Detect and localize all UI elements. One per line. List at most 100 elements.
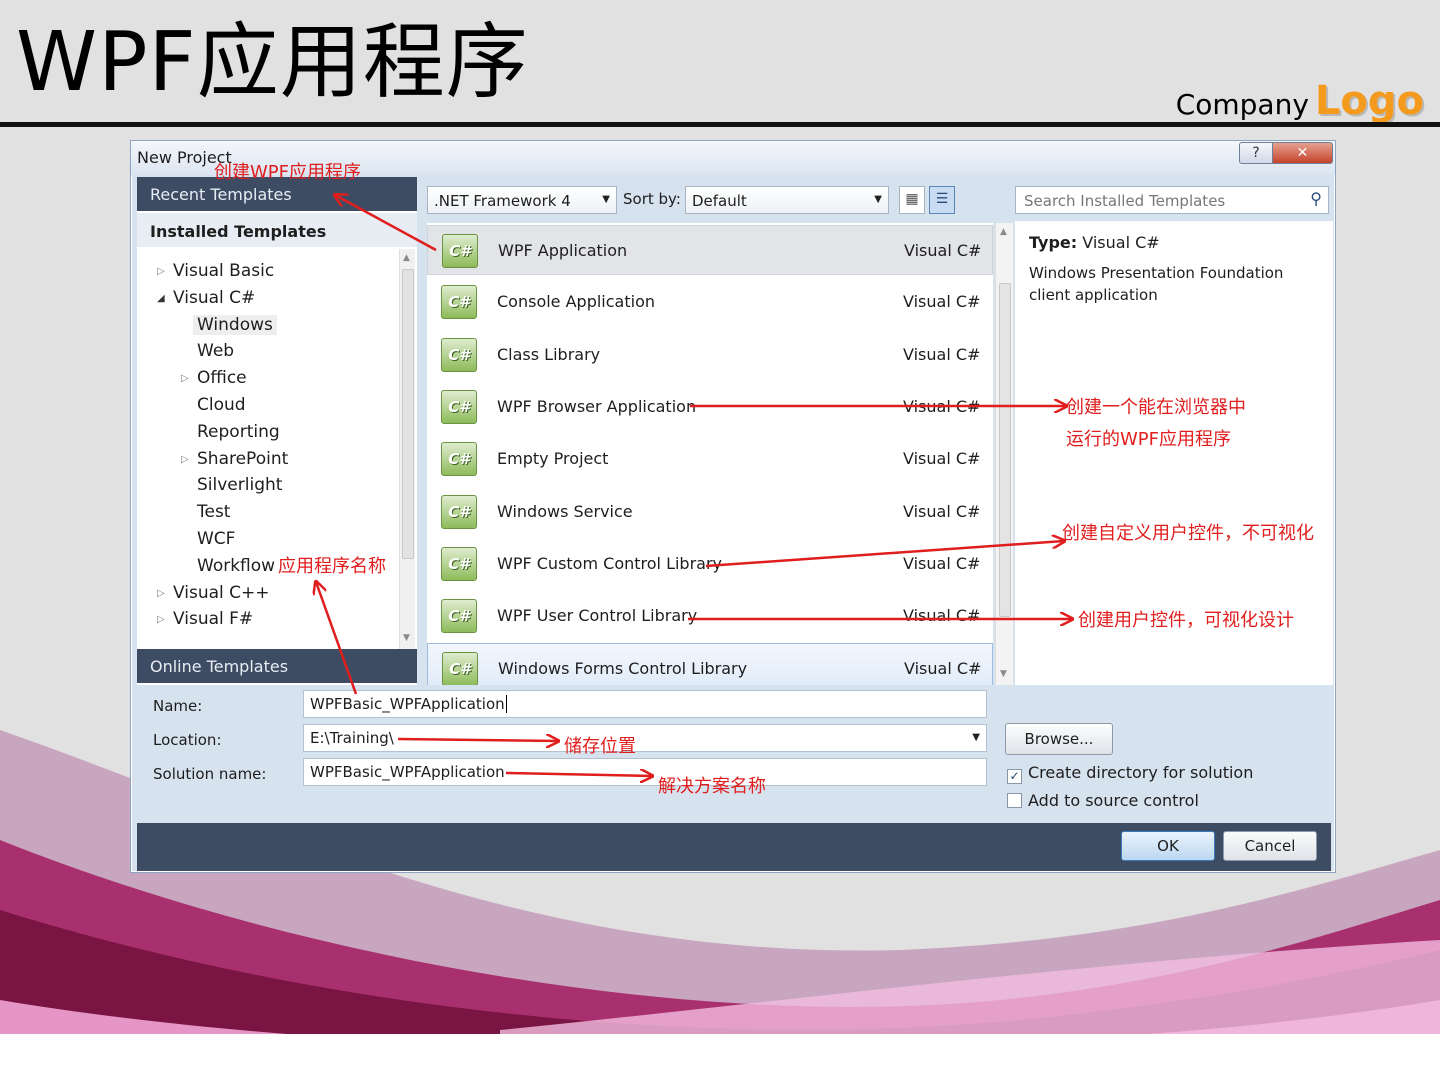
tree-item-label: SharePoint	[197, 448, 289, 469]
create-directory-checkbox[interactable]: ✓	[1007, 769, 1022, 784]
scroll-down-icon[interactable]: ▼	[403, 633, 410, 643]
tree-item[interactable]: Office	[197, 368, 247, 388]
create-directory-option[interactable]: ✓ Create directory for solution	[1007, 763, 1253, 784]
tree-item[interactable]: Reporting	[197, 422, 280, 442]
search-input[interactable]: Search Installed Templates ⚲	[1015, 186, 1329, 214]
template-row[interactable]: C# WPF Application Visual C#	[427, 225, 993, 275]
sort-select[interactable]: Default ▼	[685, 186, 889, 214]
tree-item[interactable]: Windows	[193, 314, 277, 335]
tree-item[interactable]: Visual C++	[173, 583, 270, 603]
template-language: Visual C#	[903, 501, 981, 521]
template-list-scrollbar[interactable]: ▲ ▼	[995, 223, 1013, 685]
source-control-option[interactable]: Add to source control	[1007, 791, 1199, 810]
source-control-checkbox[interactable]	[1007, 793, 1022, 808]
tree-item-label: Silverlight	[197, 475, 283, 496]
template-name: WPF Custom Control Library	[497, 553, 723, 573]
annotation-browser-app-line1: 创建一个能在浏览器中	[1066, 397, 1246, 418]
template-scroll-thumb[interactable]	[999, 283, 1011, 617]
tree-item-label: Web	[197, 341, 235, 362]
create-directory-label: Create directory for solution	[1028, 763, 1254, 782]
tree-item[interactable]: Test	[197, 502, 230, 522]
installed-templates-header[interactable]: Installed Templates	[137, 213, 417, 247]
framework-select[interactable]: .NET Framework 4 ▼	[427, 186, 617, 214]
csharp-project-icon: C#	[441, 389, 477, 424]
scroll-up-icon[interactable]: ▲	[403, 253, 410, 263]
title-divider	[0, 122, 1440, 127]
tree-item[interactable]: Workflow	[197, 556, 275, 576]
help-button[interactable]: ?	[1239, 142, 1273, 164]
annotation-solution: 解决方案名称	[658, 776, 766, 797]
tree-item-label: Workflow	[197, 555, 276, 576]
template-row[interactable]: C# Class Library Visual C#	[427, 330, 993, 380]
collapse-arrow-icon[interactable]: ▷	[157, 588, 165, 599]
template-row[interactable]: C# Console Application Visual C#	[427, 277, 993, 327]
annotation-custom-control: 创建自定义用户控件，不可视化	[1062, 523, 1314, 544]
annotation-browser-app-line2: 运行的WPF应用程序	[1066, 429, 1232, 450]
tree-scrollbar[interactable]: ▲ ▼	[399, 249, 415, 649]
tree-item[interactable]: Visual F#	[173, 609, 253, 629]
company-brand: Company Logo	[1176, 78, 1424, 124]
collapse-arrow-icon[interactable]: ▷	[181, 373, 189, 384]
template-row[interactable]: C# WPF Custom Control Library Visual C#	[427, 539, 993, 589]
csharp-project-icon: C#	[441, 546, 477, 581]
tree-item[interactable]: Silverlight	[197, 475, 282, 495]
name-field[interactable]: WPFBasic_WPFApplication	[303, 690, 987, 718]
scroll-down-icon[interactable]: ▼	[1000, 669, 1007, 679]
template-name: WPF Browser Application	[497, 396, 697, 416]
collapse-arrow-icon[interactable]: ▷	[181, 454, 189, 465]
cancel-button[interactable]: Cancel	[1223, 831, 1317, 861]
tree-item[interactable]: Visual C#	[173, 288, 255, 308]
template-row[interactable]: C# WPF User Control Library Visual C#	[427, 591, 993, 641]
sort-select-value: Default	[692, 192, 747, 210]
small-icons-view-button[interactable]: ▦	[899, 186, 925, 214]
template-language: Visual C#	[903, 344, 981, 364]
template-language: Visual C#	[904, 241, 982, 260]
description-text: Windows Presentation Foundation client a…	[1029, 264, 1284, 304]
location-label: Location:	[153, 731, 222, 749]
search-icon[interactable]: ⚲	[1310, 189, 1322, 208]
csharp-project-icon: C#	[441, 494, 477, 529]
tree-item-label: WCF	[197, 529, 236, 549]
template-language: Visual C#	[903, 396, 981, 416]
csharp-project-icon: C#	[441, 442, 477, 477]
tree-item[interactable]: Cloud	[197, 395, 246, 415]
name-label: Name:	[153, 697, 203, 715]
template-categories-panel: Recent Templates Installed Templates ▷ Vi…	[137, 177, 417, 685]
template-row[interactable]: C# WPF Browser Application Visual C#	[427, 382, 993, 432]
annotation-location: 储存位置	[564, 736, 636, 757]
tree-item[interactable]: Visual Basic	[173, 261, 274, 281]
template-tree: ▷ Visual Basic ◢ Visual C# Windows Web ▷ Office…	[137, 249, 397, 649]
csharp-project-icon: C#	[442, 652, 478, 685]
ok-button[interactable]: OK	[1121, 831, 1215, 861]
tree-scroll-thumb[interactable]	[402, 269, 414, 559]
tree-item[interactable]: WCF	[197, 529, 235, 549]
list-view-button[interactable]: ☰	[929, 186, 955, 214]
chevron-down-icon: ▼	[874, 194, 882, 205]
online-templates-header[interactable]: Online Templates	[137, 649, 417, 683]
expand-arrow-icon[interactable]: ◢	[157, 293, 165, 304]
collapse-arrow-icon[interactable]: ▷	[157, 614, 165, 625]
tree-item[interactable]: SharePoint	[197, 449, 288, 469]
tree-item[interactable]: Web	[197, 341, 234, 361]
location-field[interactable]: E:\Training\ ▼	[303, 724, 987, 752]
template-name: Windows Forms Control Library	[498, 659, 748, 679]
framework-select-value: .NET Framework 4	[434, 192, 571, 210]
tree-item-label: Office	[197, 368, 247, 389]
close-button[interactable]: ✕	[1273, 142, 1333, 164]
new-project-dialog: New Project ? ✕ Recent Templates Install…	[130, 140, 1336, 873]
text-caret	[505, 695, 507, 713]
template-row[interactable]: C# Windows Forms Control Library Visual C#	[427, 643, 993, 685]
collapse-arrow-icon[interactable]: ▷	[157, 266, 165, 277]
template-language: Visual C#	[903, 553, 981, 573]
scroll-up-icon[interactable]: ▲	[1000, 227, 1007, 237]
slide-bottom-band	[0, 1034, 1440, 1080]
annotation-create-wpf: 创建WPF应用程序	[214, 162, 362, 183]
tree-item-label: Test	[197, 502, 231, 523]
tree-item-label: Cloud	[197, 395, 246, 415]
template-row[interactable]: C# Empty Project Visual C#	[427, 434, 993, 484]
template-row[interactable]: C# Windows Service Visual C#	[427, 487, 993, 537]
browse-button[interactable]: Browse...	[1005, 723, 1113, 755]
location-field-value: E:\Training\	[310, 729, 394, 747]
solution-name-field[interactable]: WPFBasic_WPFApplication	[303, 758, 987, 786]
chevron-down-icon[interactable]: ▼	[972, 732, 980, 743]
